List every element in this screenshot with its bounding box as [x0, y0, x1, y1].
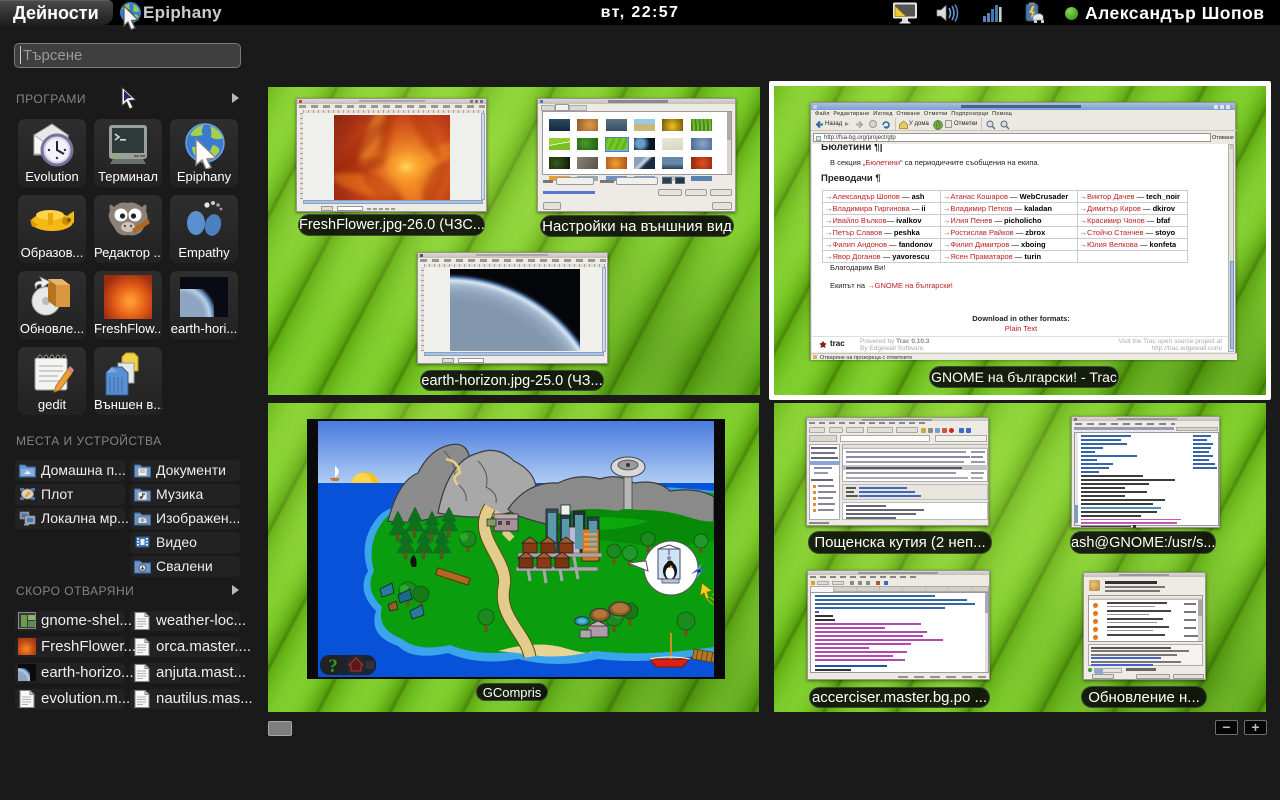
svg-text:?: ? [328, 656, 338, 677]
